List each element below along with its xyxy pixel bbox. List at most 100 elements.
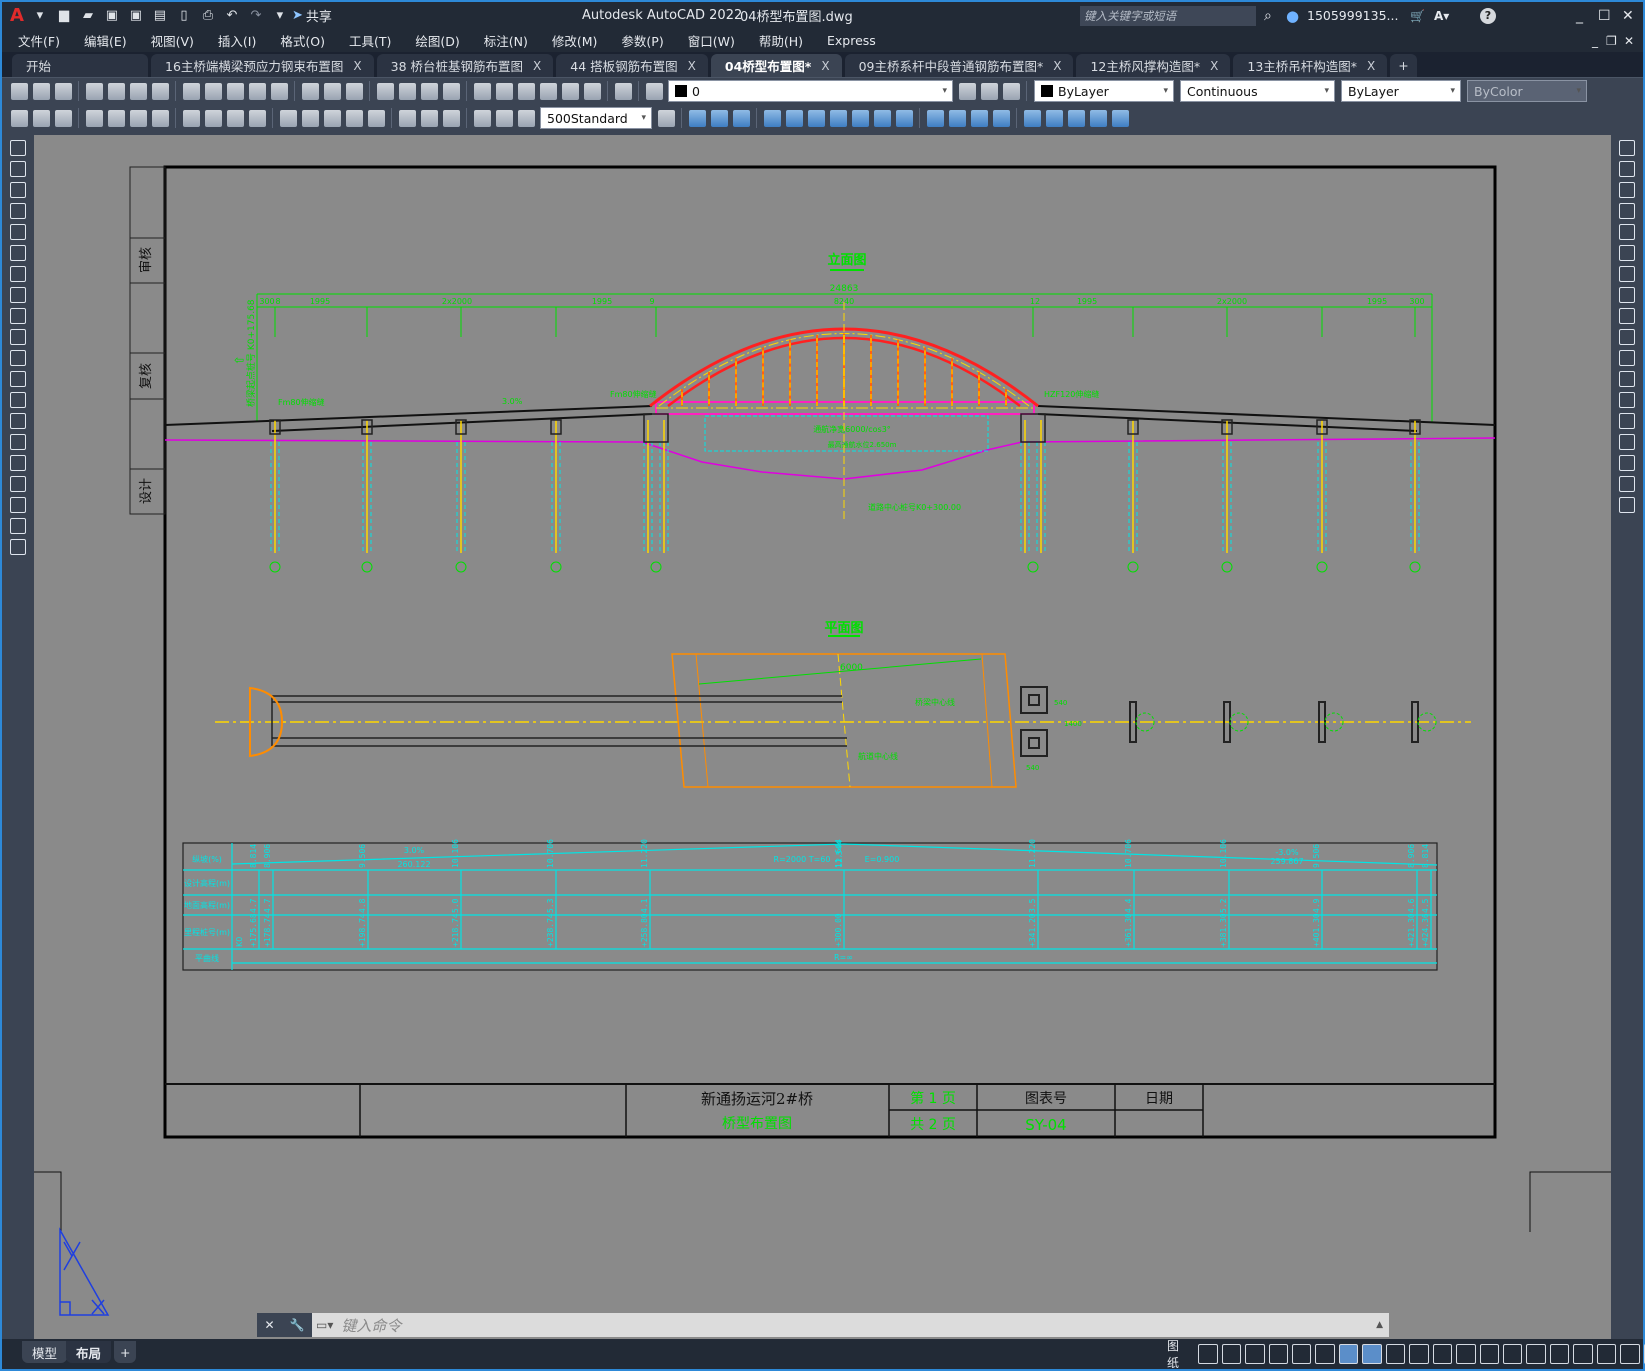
units-icon[interactable] (1526, 1344, 1546, 1364)
user-icon[interactable]: ● (1286, 7, 1299, 25)
dim-linear-icon[interactable] (107, 109, 125, 127)
linetype-dropdown[interactable]: Continuous ▾ (1180, 80, 1335, 102)
color-dropdown[interactable]: ByLayer ▾ (1034, 80, 1174, 102)
tolerance-icon[interactable] (442, 109, 460, 127)
section-icon[interactable] (1023, 109, 1041, 127)
polyline-icon[interactable] (10, 161, 26, 177)
menu-window[interactable]: 窗口(W) (688, 31, 735, 50)
section-icon[interactable] (1045, 109, 1063, 127)
dim-baseline-icon[interactable] (279, 109, 297, 127)
properties-icon[interactable] (517, 82, 535, 100)
polar-icon[interactable] (1268, 1344, 1289, 1364)
plot-icon[interactable]: ⎙ (199, 8, 217, 24)
undo-redo-icon[interactable] (345, 82, 363, 100)
new-icon[interactable]: ▆ (55, 8, 73, 24)
clipboard-icon[interactable] (270, 82, 288, 100)
section-icon[interactable] (1111, 109, 1129, 127)
minimize-button[interactable]: _ (1576, 8, 1583, 24)
print-icon[interactable] (151, 82, 169, 100)
tab-layout[interactable]: 布局 (66, 1341, 112, 1363)
transparency-icon[interactable] (1385, 1344, 1406, 1364)
add-selected-icon[interactable] (10, 539, 26, 555)
help-icon[interactable] (614, 82, 632, 100)
annotation-scale-icon[interactable] (1432, 1344, 1453, 1364)
tab-file[interactable]: 13主桥吊杆构造图* X (1233, 54, 1388, 77)
undo-redo-icon[interactable] (301, 82, 319, 100)
copy-icon[interactable] (1619, 161, 1635, 177)
tolerance-icon[interactable] (420, 109, 438, 127)
grid-icon[interactable] (1198, 1344, 1218, 1364)
layer-tools-icon[interactable] (958, 82, 976, 100)
undo-redo-icon[interactable] (323, 82, 341, 100)
trim-icon[interactable] (1619, 329, 1635, 345)
drawing-svg[interactable]: 审核 复核 设计 立面图 24863 300 8 1995 2x2000 1995 9 82… (34, 135, 1611, 1339)
revcloud-icon[interactable] (10, 287, 26, 303)
dim-linear-icon[interactable] (85, 109, 103, 127)
solid-edit-icon[interactable] (851, 109, 869, 127)
rotate-icon[interactable] (1619, 266, 1635, 282)
dim-angular-icon[interactable] (204, 109, 222, 127)
file-icon[interactable] (32, 82, 50, 100)
menu-tools[interactable]: 工具(T) (349, 31, 391, 50)
table-icon[interactable] (10, 497, 26, 513)
arc-icon[interactable] (10, 245, 26, 261)
break-icon[interactable] (1619, 392, 1635, 408)
solid-icon[interactable] (992, 109, 1010, 127)
menu-file[interactable]: 文件(F) (18, 31, 60, 50)
command-line[interactable]: ✕ 🔧 ▭▾ 键入命令 ▲ (257, 1313, 1389, 1337)
properties-icon[interactable] (473, 82, 491, 100)
user-account[interactable]: 1505999135... (1307, 8, 1398, 23)
tab-file[interactable]: 44 搭板钢筋布置图 X (556, 54, 708, 77)
selection-cycling-icon[interactable] (1409, 1344, 1429, 1364)
dim-edit-icon[interactable] (473, 109, 491, 127)
dim-linear-icon[interactable] (151, 109, 169, 127)
menu-modify[interactable]: 修改(M) (552, 31, 598, 50)
chamfer-icon[interactable] (1619, 434, 1635, 450)
layer-dropdown[interactable]: 0 ▾ (668, 80, 953, 102)
doc-restore-button[interactable]: ❐ (1606, 34, 1617, 48)
doc-minimize-button[interactable]: _ (1592, 34, 1598, 48)
publish-icon[interactable]: ▤ (151, 8, 169, 24)
annotation-monitor-icon[interactable] (1502, 1344, 1523, 1364)
dim-baseline-icon[interactable] (367, 109, 385, 127)
search-input[interactable]: 键入关键字或短语 (1080, 6, 1256, 26)
erase-icon[interactable] (1619, 140, 1635, 156)
menu-draw[interactable]: 绘图(D) (415, 31, 459, 50)
dimstyle-dropdown[interactable]: 500Standard ▾ (540, 107, 652, 129)
menu-parametric[interactable]: 参数(P) (621, 31, 663, 50)
tab-start[interactable]: 开始 (12, 54, 148, 77)
app-menu-chevron-icon[interactable]: ▾ (31, 8, 49, 24)
view3d-icon[interactable] (688, 109, 706, 127)
xline-icon[interactable] (10, 182, 26, 198)
close-icon[interactable]: X (353, 59, 361, 73)
command-history-icon[interactable]: ▭▾ (316, 1318, 333, 1332)
close-icon[interactable]: X (1210, 59, 1218, 73)
new-tab-button[interactable]: + (1390, 54, 1417, 77)
dim-edit-icon[interactable] (495, 109, 513, 127)
fillet-icon[interactable] (1619, 455, 1635, 471)
pan-zoom-icon[interactable] (398, 82, 416, 100)
command-line-handle[interactable]: ✕ 🔧 (257, 1313, 312, 1337)
solid-icon[interactable] (948, 109, 966, 127)
lineweight-dropdown[interactable]: ByLayer ▾ (1341, 80, 1461, 102)
dim-angular-icon[interactable] (182, 109, 200, 127)
quick-properties-icon[interactable] (1549, 1344, 1570, 1364)
ellipse-arc-icon[interactable] (10, 350, 26, 366)
paper-space-toggle[interactable]: 图纸 (1167, 1337, 1190, 1371)
help-icon[interactable]: ? (1480, 7, 1496, 24)
dim-update-icon[interactable] (657, 109, 675, 127)
array-icon[interactable] (1619, 224, 1635, 240)
layer-tools-icon[interactable] (980, 82, 998, 100)
break-at-point-icon[interactable] (1619, 371, 1635, 387)
spline-icon[interactable] (10, 308, 26, 324)
layer-tools-icon[interactable] (1002, 82, 1020, 100)
solid-edit-icon[interactable] (873, 109, 891, 127)
clean-screen-icon[interactable] (1620, 1344, 1640, 1364)
dim-edit-icon[interactable] (517, 109, 535, 127)
wrench-icon[interactable]: 🔧 (290, 1318, 305, 1332)
redo-icon[interactable]: ↷ (247, 8, 265, 24)
customize-chevron-icon[interactable]: ▾ (271, 8, 289, 24)
view3d-icon[interactable] (710, 109, 728, 127)
solid-edit-icon[interactable] (763, 109, 781, 127)
clipboard-icon[interactable] (182, 82, 200, 100)
